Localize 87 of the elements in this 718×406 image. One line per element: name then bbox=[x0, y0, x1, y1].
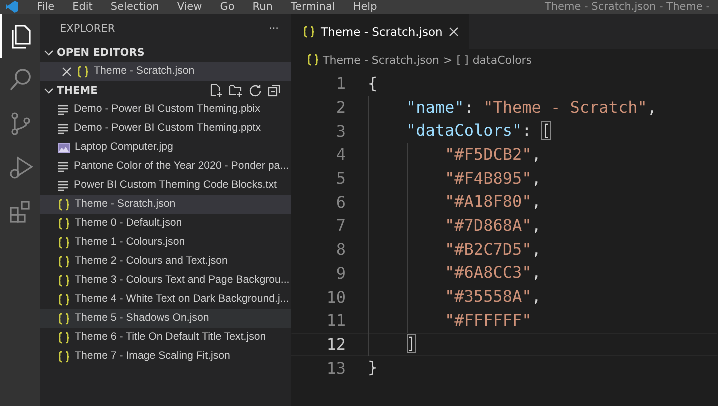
code-line: "name": "Theme - Scratch", bbox=[368, 96, 657, 119]
line-number: 3 bbox=[335, 122, 346, 141]
menu-item[interactable]: Edit bbox=[64, 0, 102, 14]
code-line: "#7D868A", bbox=[368, 214, 542, 237]
more-actions-button[interactable]: ··· bbox=[268, 22, 279, 34]
array-symbol-icon: [ ] bbox=[456, 54, 469, 66]
run-icon[interactable] bbox=[8, 155, 34, 181]
collapse-all-icon[interactable] bbox=[268, 84, 281, 97]
code-line: "#B2C7D5", bbox=[368, 238, 542, 261]
braces-icon bbox=[58, 198, 70, 210]
chevron-down-icon bbox=[44, 86, 54, 96]
search-icon[interactable] bbox=[8, 67, 34, 93]
text-lines-icon bbox=[58, 162, 69, 172]
menu-item[interactable]: Run bbox=[244, 0, 282, 14]
braces-icon bbox=[58, 256, 70, 268]
line-number: 1 bbox=[335, 74, 346, 94]
code-line: "#FFFFFF" bbox=[368, 310, 532, 332]
explorer-entry[interactable]: Theme 0 - Default.json bbox=[40, 214, 291, 233]
code-line: ] bbox=[368, 333, 416, 356]
braces-icon bbox=[58, 218, 70, 230]
section-header[interactable]: THEME bbox=[40, 81, 291, 100]
explorer-entry[interactable]: Theme 1 - Colours.json bbox=[40, 233, 291, 252]
braces-icon bbox=[307, 54, 319, 66]
menu-item[interactable]: File bbox=[28, 0, 64, 14]
window-title: Theme - Scratch.json - Theme - bbox=[544, 1, 711, 13]
explorer-entry[interactable]: Theme - Scratch.json bbox=[40, 62, 291, 81]
new-folder-icon[interactable] bbox=[229, 84, 243, 97]
menu-item[interactable]: View bbox=[168, 0, 212, 14]
text-lines-icon bbox=[58, 180, 69, 190]
explorer-entry[interactable]: Power BI Custom Theming Code Blocks.txt bbox=[40, 176, 291, 195]
code-line: } bbox=[368, 357, 378, 380]
app-logo-icon bbox=[6, 1, 18, 13]
explorer-entry[interactable]: Theme 3 - Colours Text and Page Backgrou... bbox=[40, 271, 291, 290]
line-number: 10 bbox=[326, 288, 346, 307]
line-number: 13 bbox=[326, 358, 346, 378]
explorer-entry[interactable]: Theme 5 - Shadows On.json bbox=[40, 309, 291, 328]
explorer-entry[interactable]: Theme 6 - Title On Default Title Text.json bbox=[40, 328, 291, 347]
code-line: { bbox=[368, 72, 378, 95]
line-number: 8 bbox=[335, 240, 346, 260]
editor-tab[interactable]: Theme - Scratch.json bbox=[291, 14, 469, 49]
section-header[interactable]: OPEN EDITORS bbox=[40, 43, 291, 62]
code-line: "#F4B895", bbox=[368, 168, 542, 190]
sidebar-title: EXPLORER bbox=[60, 22, 116, 34]
braces-icon bbox=[58, 312, 70, 324]
braces-icon bbox=[58, 236, 70, 248]
code-line: "#35558A", bbox=[368, 286, 542, 308]
line-number: 12 bbox=[326, 334, 346, 354]
explorer-entry[interactable]: Theme 4 - White Text on Dark Background.j... bbox=[40, 290, 291, 309]
explorer-entry[interactable]: Demo - Power BI Custom Theming.pptx bbox=[40, 119, 291, 138]
breadcrumb-item[interactable]: Theme - Scratch.json bbox=[323, 54, 440, 66]
explorer-entry[interactable]: Theme 7 - Image Scaling Fit.json bbox=[40, 347, 291, 366]
line-number: 4 bbox=[335, 145, 346, 164]
image-icon bbox=[58, 142, 70, 152]
line-number: 6 bbox=[335, 192, 346, 212]
text-lines-icon bbox=[58, 124, 69, 134]
menu-item[interactable]: Selection bbox=[102, 0, 168, 14]
code-line: "#6A8CC3", bbox=[368, 262, 542, 284]
chevron-down-icon bbox=[44, 48, 54, 58]
menu-item[interactable]: Help bbox=[344, 0, 386, 14]
braces-icon bbox=[58, 274, 70, 286]
line-number: 2 bbox=[335, 98, 346, 118]
refresh-icon[interactable] bbox=[249, 84, 262, 97]
explorer-entry[interactable]: Demo - Power BI Custom Theming.pbix bbox=[40, 100, 291, 119]
braces-icon bbox=[58, 294, 70, 306]
code-line: "#F5DCB2", bbox=[368, 144, 542, 166]
new-file-icon[interactable] bbox=[210, 84, 223, 97]
braces-icon bbox=[58, 332, 70, 344]
breadcrumb-item[interactable]: dataColors bbox=[472, 54, 532, 66]
menu-item[interactable]: Terminal bbox=[282, 0, 344, 14]
code-line: "dataColors": [ bbox=[368, 120, 552, 142]
line-number: 5 bbox=[335, 169, 346, 188]
line-number: 7 bbox=[335, 216, 346, 236]
line-number: 11 bbox=[326, 311, 346, 330]
explorer-entry[interactable]: Theme 2 - Colours and Text.json bbox=[40, 252, 291, 271]
menu-item[interactable]: Go bbox=[211, 0, 244, 14]
close-icon[interactable] bbox=[62, 66, 72, 76]
text-lines-icon bbox=[58, 104, 69, 114]
close-icon[interactable] bbox=[448, 26, 459, 36]
braces-icon bbox=[303, 26, 315, 38]
line-number: 9 bbox=[335, 264, 346, 283]
code-line: "#A18F80", bbox=[368, 191, 542, 214]
explorer-entry[interactable]: Theme - Scratch.json bbox=[40, 195, 291, 214]
breadcrumb-separator: > bbox=[444, 54, 453, 66]
explorer-entry[interactable]: Pantone Color of the Year 2020 - Ponder pa... bbox=[40, 157, 291, 176]
explorer-entry[interactable]: Laptop Computer.jpg bbox=[40, 138, 291, 157]
braces-icon bbox=[58, 350, 70, 362]
braces-icon bbox=[77, 66, 89, 78]
